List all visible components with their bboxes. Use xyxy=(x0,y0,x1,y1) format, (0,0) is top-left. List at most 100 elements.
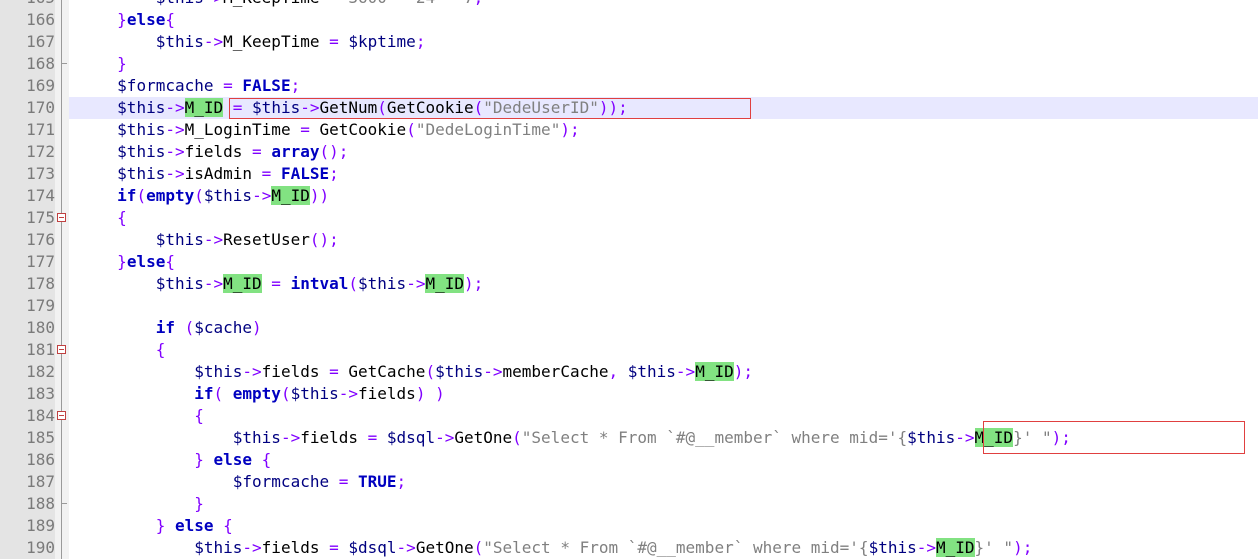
code-text[interactable]: $this->ResetUser(); xyxy=(69,229,1258,251)
code-line[interactable]: 167 $this->M_KeepTime = $kptime; xyxy=(0,31,1258,53)
line-number-gutter[interactable]: 188 xyxy=(0,493,55,515)
fold-margin xyxy=(55,383,69,405)
code-token: "Select * From `#@__member` where xyxy=(521,428,850,447)
fold-margin xyxy=(55,537,69,559)
code-line[interactable]: 176 $this->ResetUser(); xyxy=(0,229,1258,251)
line-number-gutter[interactable]: 187 xyxy=(0,471,55,493)
line-number: 176 xyxy=(26,230,55,249)
code-token: if xyxy=(155,318,175,337)
line-number-gutter[interactable]: 181 xyxy=(0,339,55,361)
code-line[interactable]: 171 $this->M_LoginTime = GetCookie("Dede… xyxy=(0,119,1258,141)
code-line[interactable]: 182 $this->fields = GetCache($this->memb… xyxy=(0,361,1258,383)
code-line[interactable]: 172 $this->fields = array(); xyxy=(0,141,1258,163)
line-number-gutter[interactable]: 166 xyxy=(0,9,55,31)
code-text[interactable]: } else { xyxy=(69,515,1258,537)
code-line[interactable]: 190 $this->fields = $dsql->GetOne("Selec… xyxy=(0,537,1258,559)
line-number: 183 xyxy=(26,384,55,403)
line-number-gutter[interactable]: 168 xyxy=(0,53,55,75)
line-number-gutter[interactable]: 171 xyxy=(0,119,55,141)
code-text[interactable]: $this->M_ID = intval($this->M_ID); xyxy=(69,273,1258,295)
code-token: } xyxy=(194,494,204,513)
code-text[interactable]: if(empty($this->M_ID)) xyxy=(69,185,1258,207)
code-text[interactable]: if( empty($this->fields) ) xyxy=(69,383,1258,405)
code-text[interactable]: $formcache = TRUE; xyxy=(69,471,1258,493)
code-editor[interactable]: 165 $this->M_KeepTime = 3600 * 24 * 7;16… xyxy=(0,0,1258,559)
code-line[interactable]: 189 } else { xyxy=(0,515,1258,537)
code-text[interactable]: $this->fields = $dsql->GetOne("Select * … xyxy=(69,537,1258,559)
code-line[interactable]: 169 $formcache = FALSE; xyxy=(0,75,1258,97)
code-line[interactable]: 180 if ($cache) xyxy=(0,317,1258,339)
line-number-gutter[interactable]: 169 xyxy=(0,75,55,97)
code-text[interactable]: $this->fields = array(); xyxy=(69,141,1258,163)
line-number: 185 xyxy=(26,428,55,447)
line-number-gutter[interactable]: 173 xyxy=(0,163,55,185)
code-token: $this xyxy=(907,428,956,447)
code-line[interactable]: 183 if( empty($this->fields) ) xyxy=(0,383,1258,405)
code-text[interactable]: } xyxy=(69,53,1258,75)
code-text[interactable] xyxy=(69,295,1258,317)
line-number-gutter[interactable]: 176 xyxy=(0,229,55,251)
code-text[interactable]: { xyxy=(69,405,1258,427)
code-text[interactable]: $this->fields = $dsql->GetOne("Select * … xyxy=(69,427,1258,449)
code-line[interactable]: 175 { xyxy=(0,207,1258,229)
line-number-gutter[interactable]: 180 xyxy=(0,317,55,339)
line-number-gutter[interactable]: 184 xyxy=(0,405,55,427)
line-number-gutter[interactable]: 175 xyxy=(0,207,55,229)
code-line[interactable]: 186 } else { xyxy=(0,449,1258,471)
code-line[interactable]: 166 }else{ xyxy=(0,9,1258,31)
code-text[interactable]: $this->M_ID = $this->GetNum(GetCookie("D… xyxy=(69,97,1258,119)
line-number-gutter[interactable]: 167 xyxy=(0,31,55,53)
code-token: $formcache xyxy=(117,76,214,95)
code-text[interactable]: $this->M_KeepTime = 3600 * 24 * 7; xyxy=(69,0,1258,9)
line-number-gutter[interactable]: 189 xyxy=(0,515,55,537)
line-number: 174 xyxy=(26,186,55,205)
line-number-gutter[interactable]: 179 xyxy=(0,295,55,317)
code-line[interactable]: 170 $this->M_ID = $this->GetNum(GetCooki… xyxy=(0,97,1258,119)
line-number-gutter[interactable]: 174 xyxy=(0,185,55,207)
code-text[interactable]: } else { xyxy=(69,449,1258,471)
line-number-gutter[interactable]: 190 xyxy=(0,537,55,559)
line-number-gutter[interactable]: 177 xyxy=(0,251,55,273)
line-number-gutter[interactable]: 183 xyxy=(0,383,55,405)
line-number: 179 xyxy=(26,296,55,315)
code-text[interactable]: }else{ xyxy=(69,9,1258,31)
code-line[interactable]: 187 $formcache = TRUE; xyxy=(0,471,1258,493)
line-number-gutter[interactable]: 178 xyxy=(0,273,55,295)
code-line[interactable]: 178 $this->M_ID = intval($this->M_ID); xyxy=(0,273,1258,295)
fold-collapse-icon[interactable] xyxy=(57,345,66,354)
fold-margin xyxy=(55,427,69,449)
fold-margin xyxy=(55,295,69,317)
code-text[interactable]: { xyxy=(69,207,1258,229)
fold-collapse-icon[interactable] xyxy=(57,213,66,222)
line-number-gutter[interactable]: 165 xyxy=(0,0,55,9)
line-number-gutter[interactable]: 172 xyxy=(0,141,55,163)
code-text[interactable]: if ($cache) xyxy=(69,317,1258,339)
code-token: = xyxy=(223,98,253,117)
code-text[interactable]: }else{ xyxy=(69,251,1258,273)
code-text[interactable]: $this->fields = GetCache($this->memberCa… xyxy=(69,361,1258,383)
code-token: )) xyxy=(309,186,330,205)
code-token: $this xyxy=(117,120,166,139)
code-line[interactable]: 181 { xyxy=(0,339,1258,361)
fold-collapse-icon[interactable] xyxy=(57,411,66,420)
code-line[interactable]: 177 }else{ xyxy=(0,251,1258,273)
code-text[interactable]: $formcache = FALSE; xyxy=(69,75,1258,97)
code-line[interactable]: 165 $this->M_KeepTime = 3600 * 24 * 7; xyxy=(0,0,1258,9)
code-text[interactable]: $this->M_KeepTime = $kptime; xyxy=(69,31,1258,53)
line-number-gutter[interactable]: 185 xyxy=(0,427,55,449)
code-line[interactable]: 174 if(empty($this->M_ID)) xyxy=(0,185,1258,207)
code-line[interactable]: 168 } xyxy=(0,53,1258,75)
code-line[interactable]: 188 } xyxy=(0,493,1258,515)
code-line[interactable]: 179 xyxy=(0,295,1258,317)
code-line[interactable]: 184 { xyxy=(0,405,1258,427)
code-text[interactable]: $this->isAdmin = FALSE; xyxy=(69,163,1258,185)
line-number-gutter[interactable]: 186 xyxy=(0,449,55,471)
line-number-gutter[interactable]: 182 xyxy=(0,361,55,383)
code-text[interactable]: $this->M_LoginTime = GetCookie("DedeLogi… xyxy=(69,119,1258,141)
code-text[interactable]: { xyxy=(69,339,1258,361)
line-number-gutter[interactable]: 170 xyxy=(0,97,55,119)
code-line[interactable]: 173 $this->isAdmin = FALSE; xyxy=(0,163,1258,185)
code-line[interactable]: 185 $this->fields = $dsql->GetOne("Selec… xyxy=(0,427,1258,449)
code-text[interactable]: } xyxy=(69,493,1258,515)
code-token: -> xyxy=(204,0,223,7)
